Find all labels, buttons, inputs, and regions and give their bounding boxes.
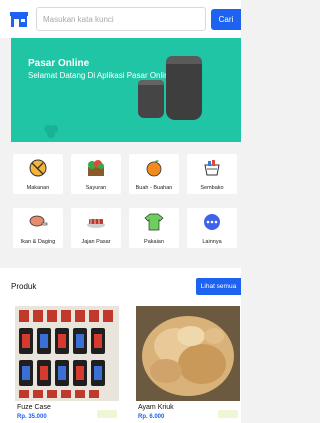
product-card[interactable]: Ayam Kriuk Rp. 6.000 xyxy=(136,306,240,423)
add-to-cart-icon[interactable] xyxy=(218,410,238,418)
product-list: Fuze Case Rp. 35.000 Ayam Kriuk Rp. 6.00… xyxy=(0,298,241,423)
fruit-icon xyxy=(146,160,162,177)
see-all-button[interactable]: Lihat semua xyxy=(196,278,241,295)
product-image xyxy=(136,306,240,401)
search-button[interactable]: Cari xyxy=(211,9,241,30)
banner-subtitle: Selamat Datang Di Aplikasi Pasar Online xyxy=(28,71,173,80)
vegetable-icon xyxy=(88,160,104,176)
add-to-cart-icon[interactable] xyxy=(97,410,117,418)
category-pakaian[interactable]: Pakaian xyxy=(129,208,179,248)
category-sayuran[interactable]: Sayuran xyxy=(71,154,121,194)
groceries-icon xyxy=(204,160,220,176)
clover-decoration-icon xyxy=(44,125,58,138)
category-label: Sayuran xyxy=(85,185,107,191)
category-label: Buah - Buahan xyxy=(135,185,173,191)
fish-meat-icon xyxy=(29,215,48,227)
product-name: Fuze Case xyxy=(17,404,51,411)
product-price: Rp. 6.000 xyxy=(138,414,165,420)
category-label: Ikan & Daging xyxy=(20,239,56,245)
more-icon xyxy=(204,214,220,230)
category-jajan-pasar[interactable]: Jajan Pasar xyxy=(71,208,121,248)
product-name: Ayam Kriuk xyxy=(138,404,174,411)
products-title: Produk xyxy=(11,282,37,291)
category-label: Sembako xyxy=(200,185,224,191)
category-ikan-daging[interactable]: Ikan & Daging xyxy=(13,208,63,248)
product-price: Rp. 35.000 xyxy=(17,414,47,420)
speaker-small-image xyxy=(138,80,164,118)
category-lainnya[interactable]: Lainnya xyxy=(187,208,237,248)
product-card[interactable]: Fuze Case Rp. 35.000 xyxy=(15,306,119,423)
promo-banner[interactable]: Pasar Online Selamat Datang Di Aplikasi … xyxy=(11,38,241,142)
category-label: Jajan Pasar xyxy=(81,239,111,245)
snack-icon xyxy=(87,219,105,228)
category-label: Pakaian xyxy=(144,239,164,245)
store-icon[interactable] xyxy=(10,12,28,27)
clothing-icon xyxy=(144,213,164,231)
speaker-large-image xyxy=(166,56,202,120)
top-bar: Cari xyxy=(0,0,241,38)
category-buah[interactable]: Buah - Buahan xyxy=(129,154,179,194)
category-label: Lainnya xyxy=(202,239,222,245)
category-grid: Makanan Sayuran Buah - Buahan Sembako Ik… xyxy=(0,150,241,250)
products-header: Produk Lihat semua xyxy=(0,268,241,298)
food-icon xyxy=(29,159,47,177)
search-input[interactable] xyxy=(36,7,206,31)
banner-title: Pasar Online xyxy=(28,58,90,69)
category-label: Makanan xyxy=(26,185,50,191)
product-image xyxy=(15,306,119,401)
category-sembako[interactable]: Sembako xyxy=(187,154,237,194)
category-makanan[interactable]: Makanan xyxy=(13,154,63,194)
